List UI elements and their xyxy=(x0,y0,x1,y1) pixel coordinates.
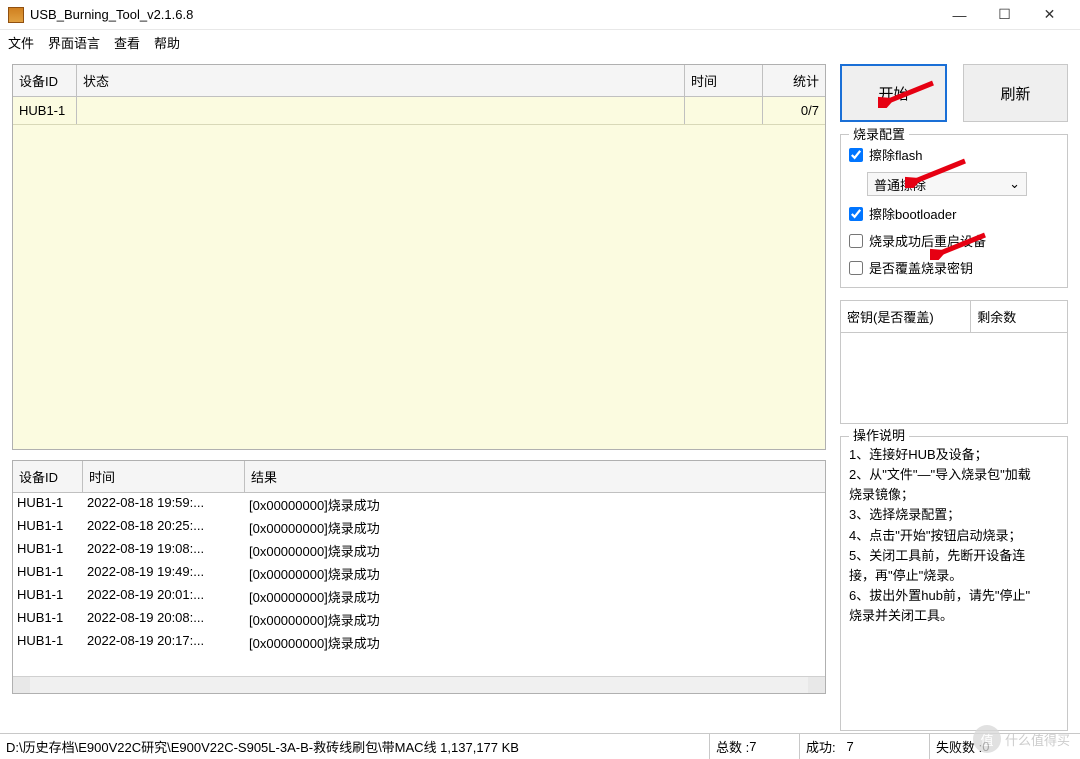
log-cell-result: [0x00000000]烧录成功 xyxy=(245,562,825,585)
titlebar: USB_Burning_Tool_v2.1.6.8 — ☐ ✕ xyxy=(0,0,1080,30)
log-cell-time: 2022-08-19 20:08:... xyxy=(83,608,245,631)
reboot-after-input[interactable] xyxy=(849,234,863,248)
erase-bootloader-input[interactable] xyxy=(849,207,863,221)
table-row[interactable]: HUB1-1 0/7 xyxy=(13,97,825,125)
erase-flash-label: 擦除flash xyxy=(869,145,922,164)
row-stat: 0/7 xyxy=(763,97,825,124)
refresh-button[interactable]: 刷新 xyxy=(963,64,1068,122)
window-controls: — ☐ ✕ xyxy=(937,1,1072,29)
log-cell-time: 2022-08-19 20:01:... xyxy=(83,585,245,608)
menu-language[interactable]: 界面语言 xyxy=(48,33,100,52)
status-success: 成功: 7 xyxy=(800,734,930,759)
list-item[interactable]: HUB1-12022-08-19 19:49:...[0x00000000]烧录… xyxy=(13,562,825,585)
log-header-result[interactable]: 结果 xyxy=(245,461,825,492)
window-title: USB_Burning_Tool_v2.1.6.8 xyxy=(30,7,193,22)
help-line: 烧录镜像； xyxy=(849,485,1059,505)
log-cell-result: [0x00000000]烧录成功 xyxy=(245,631,825,654)
log-cell-device-id: HUB1-1 xyxy=(13,585,83,608)
log-cell-result: [0x00000000]烧录成功 xyxy=(245,585,825,608)
log-cell-device-id: HUB1-1 xyxy=(13,493,83,516)
list-item[interactable]: HUB1-12022-08-19 20:01:...[0x00000000]烧录… xyxy=(13,585,825,608)
log-cell-device-id: HUB1-1 xyxy=(13,539,83,562)
chevron-down-icon: ⌄ xyxy=(1009,176,1020,192)
watermark-icon: 值 xyxy=(973,725,1001,753)
statusbar: D:\历史存档\E900V22C研究\E900V22C-S905L-3A-B-救… xyxy=(0,733,1080,759)
overwrite-key-label: 是否覆盖烧录密钥 xyxy=(869,258,973,277)
key-header-key[interactable]: 密钥(是否覆盖) xyxy=(841,301,971,332)
log-cell-device-id: HUB1-1 xyxy=(13,562,83,585)
help-line: 6、拔出外置hub前，请先"停止" xyxy=(849,586,1059,606)
erase-bootloader-label: 擦除bootloader xyxy=(869,204,956,223)
log-cell-device-id: HUB1-1 xyxy=(13,631,83,654)
erase-bootloader-checkbox[interactable]: 擦除bootloader xyxy=(849,204,1059,223)
log-cell-result: [0x00000000]烧录成功 xyxy=(245,539,825,562)
row-device-id: HUB1-1 xyxy=(13,97,77,124)
device-grid: 设备ID 状态 时间 统计 HUB1-1 0/7 xyxy=(12,64,826,450)
help-panel: 操作说明 1、连接好HUB及设备； 2、从"文件"—"导入烧录包"加载 烧录镜像… xyxy=(840,436,1068,731)
header-time[interactable]: 时间 xyxy=(685,65,763,96)
row-time xyxy=(685,97,763,124)
help-line: 5、关闭工具前，先断开设备连 xyxy=(849,546,1059,566)
key-table: 密钥(是否覆盖) 剩余数 xyxy=(840,300,1068,424)
log-cell-time: 2022-08-19 19:49:... xyxy=(83,562,245,585)
key-header-remain[interactable]: 剩余数 xyxy=(971,301,1067,332)
list-item[interactable]: HUB1-12022-08-19 19:08:...[0x00000000]烧录… xyxy=(13,539,825,562)
horizontal-scrollbar[interactable] xyxy=(13,676,825,693)
row-status xyxy=(77,97,685,124)
log-header-time[interactable]: 时间 xyxy=(83,461,245,492)
reboot-after-checkbox[interactable]: 烧录成功后重启设备 xyxy=(849,231,1059,250)
log-cell-time: 2022-08-19 19:08:... xyxy=(83,539,245,562)
log-body: HUB1-12022-08-18 19:59:...[0x00000000]烧录… xyxy=(13,493,825,676)
list-item[interactable]: HUB1-12022-08-19 20:08:...[0x00000000]烧录… xyxy=(13,608,825,631)
help-title: 操作说明 xyxy=(849,426,909,446)
maximize-button[interactable]: ☐ xyxy=(982,1,1027,29)
header-stat[interactable]: 统计 xyxy=(763,65,825,96)
overwrite-key-checkbox[interactable]: 是否覆盖烧录密钥 xyxy=(849,258,1059,277)
log-header: 设备ID 时间 结果 xyxy=(13,461,825,493)
device-grid-body: HUB1-1 0/7 xyxy=(13,97,825,449)
log-cell-time: 2022-08-18 19:59:... xyxy=(83,493,245,516)
menubar: 文件 界面语言 查看 帮助 xyxy=(0,30,1080,54)
erase-flash-checkbox[interactable]: 擦除flash xyxy=(849,145,1059,164)
help-line: 1、连接好HUB及设备； xyxy=(849,445,1059,465)
burn-config-title: 烧录配置 xyxy=(849,124,909,143)
log-cell-device-id: HUB1-1 xyxy=(13,608,83,631)
help-line: 4、点击"开始"按钮启动烧录； xyxy=(849,526,1059,546)
log-cell-result: [0x00000000]烧录成功 xyxy=(245,516,825,539)
app-icon xyxy=(8,7,24,23)
list-item[interactable]: HUB1-12022-08-18 19:59:...[0x00000000]烧录… xyxy=(13,493,825,516)
log-cell-time: 2022-08-18 20:25:... xyxy=(83,516,245,539)
help-line: 2、从"文件"—"导入烧录包"加载 xyxy=(849,465,1059,485)
watermark: 值 什么值得买 xyxy=(973,725,1070,753)
help-line: 烧录并关闭工具。 xyxy=(849,606,1059,626)
menu-file[interactable]: 文件 xyxy=(8,33,34,52)
start-button[interactable]: 开始 xyxy=(840,64,947,122)
erase-mode-value: 普通擦除 xyxy=(874,175,926,194)
minimize-button[interactable]: — xyxy=(937,1,982,29)
erase-flash-input[interactable] xyxy=(849,148,863,162)
help-line: 接，再"停止"烧录。 xyxy=(849,566,1059,586)
status-total: 总数 : 7 xyxy=(710,734,800,759)
log-cell-device-id: HUB1-1 xyxy=(13,516,83,539)
header-device-id[interactable]: 设备ID xyxy=(13,65,77,96)
menu-help[interactable]: 帮助 xyxy=(154,33,180,52)
burn-config-panel: 烧录配置 擦除flash 普通擦除 ⌄ 擦除bootloader 烧录成功后重启… xyxy=(840,134,1068,288)
log-cell-result: [0x00000000]烧录成功 xyxy=(245,608,825,631)
reboot-after-label: 烧录成功后重启设备 xyxy=(869,231,986,250)
overwrite-key-input[interactable] xyxy=(849,261,863,275)
watermark-text: 什么值得买 xyxy=(1005,730,1070,749)
log-cell-time: 2022-08-19 20:17:... xyxy=(83,631,245,654)
erase-mode-select[interactable]: 普通擦除 ⌄ xyxy=(867,172,1027,196)
menu-view[interactable]: 查看 xyxy=(114,33,140,52)
header-status[interactable]: 状态 xyxy=(77,65,685,96)
list-item[interactable]: HUB1-12022-08-18 20:25:...[0x00000000]烧录… xyxy=(13,516,825,539)
list-item[interactable]: HUB1-12022-08-19 20:17:...[0x00000000]烧录… xyxy=(13,631,825,654)
close-button[interactable]: ✕ xyxy=(1027,1,1072,29)
log-cell-result: [0x00000000]烧录成功 xyxy=(245,493,825,516)
device-grid-header: 设备ID 状态 时间 统计 xyxy=(13,65,825,97)
help-line: 3、选择烧录配置； xyxy=(849,505,1059,525)
log-header-device-id[interactable]: 设备ID xyxy=(13,461,83,492)
status-path: D:\历史存档\E900V22C研究\E900V22C-S905L-3A-B-救… xyxy=(0,734,710,759)
log-list: 设备ID 时间 结果 HUB1-12022-08-18 19:59:...[0x… xyxy=(12,460,826,694)
